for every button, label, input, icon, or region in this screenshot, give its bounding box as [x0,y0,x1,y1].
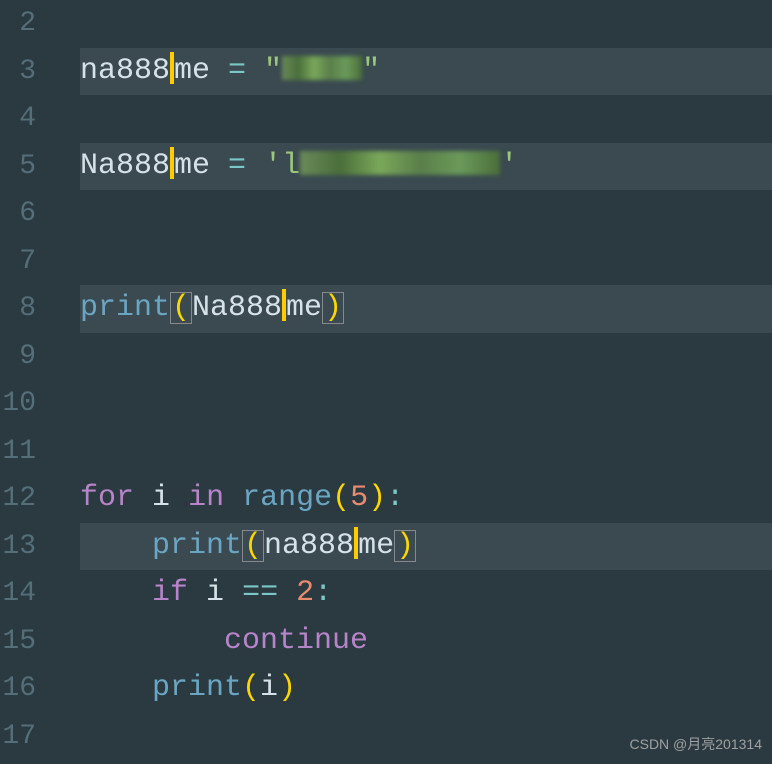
code-line-14[interactable]: if i == 2: [80,570,772,618]
line-number: 5 [0,143,36,191]
code-line-6[interactable] [80,190,772,238]
code-line-2[interactable] [80,0,772,48]
code-editor[interactable]: 2 3 4 5 6 7 8 9 10 11 12 13 14 15 16 17 … [0,0,772,764]
obscured-string [300,151,500,175]
edit-cursor [354,527,358,559]
matched-bracket: ( [170,292,192,324]
matched-bracket: ) [394,530,416,562]
line-number: 4 [0,95,36,143]
code-line-7[interactable] [80,238,772,286]
line-gutter: 2 3 4 5 6 7 8 9 10 11 12 13 14 15 16 17 [0,0,48,764]
code-line-15[interactable]: continue [80,618,772,666]
line-number: 17 [0,713,36,761]
code-line-10[interactable] [80,380,772,428]
matched-bracket: ) [322,292,344,324]
line-number: 16 [0,665,36,713]
edit-cursor [170,52,174,84]
line-number: 7 [0,238,36,286]
line-number: 8 [0,285,36,333]
watermark: CSDN @月亮201314 [630,734,763,754]
code-line-5[interactable]: Na888me = 'l' [80,143,772,191]
edit-cursor [170,147,174,179]
code-line-4[interactable] [80,95,772,143]
line-number: 9 [0,333,36,381]
line-number: 3 [0,48,36,96]
line-number: 14 [0,570,36,618]
line-number: 12 [0,475,36,523]
code-line-9[interactable] [80,333,772,381]
line-number: 13 [0,523,36,571]
code-line-12[interactable]: for i in range(5): [80,475,772,523]
line-number: 15 [0,618,36,666]
code-line-11[interactable] [80,428,772,476]
edit-cursor [282,289,286,321]
code-line-3[interactable]: na888me = "" [80,48,772,96]
obscured-string [282,56,362,80]
line-number: 6 [0,190,36,238]
code-line-16[interactable]: print(i) [80,665,772,713]
code-line-13[interactable]: print(na888me) [80,523,772,571]
line-number: 10 [0,380,36,428]
code-line-8[interactable]: print(Na888me) [80,285,772,333]
line-number: 2 [0,0,36,48]
line-number: 11 [0,428,36,476]
code-area[interactable]: na888me = "" Na888me = 'l' print(Na888me… [48,0,772,764]
matched-bracket: ( [242,530,264,562]
